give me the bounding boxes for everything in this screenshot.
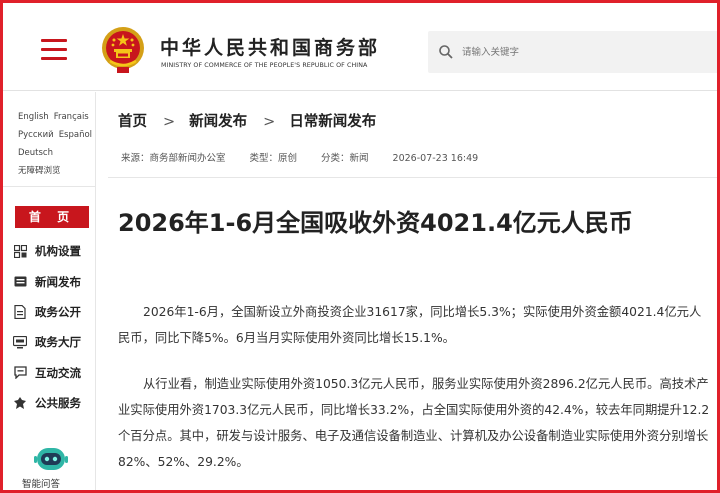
sidebar-item-service[interactable]: 公共服务 — [13, 388, 81, 418]
lang-english[interactable]: English — [18, 112, 49, 122]
language-switcher: English Français Русский Español Deutsch 无… — [18, 108, 97, 180]
sidebar-divider — [3, 186, 95, 187]
hamburger-icon[interactable] — [41, 39, 67, 61]
article-paragraph-1: 2026年1-6月，全国新设立外商投资企业31617家，同比增长5.3%；实际使… — [118, 305, 702, 345]
service-icon — [13, 396, 27, 410]
sidebar-item-label: 政务公开 — [35, 304, 81, 319]
document-icon — [13, 304, 27, 319]
paragraph-text: 从行业看，制造业实际使用外资1050.3亿元人民币，服务业实际使用外资2896.… — [143, 377, 660, 391]
site-header: 中华人民共和国商务部 MINISTRY OF COMMERCE OF THE P… — [3, 3, 720, 91]
sidebar-item-hall[interactable]: 政务大厅 — [13, 327, 81, 357]
breadcrumb: 首页 > 新闻发布 > 日常新闻发布 — [118, 110, 376, 131]
sidebar-item-label: 政务大厅 — [35, 335, 81, 350]
lang-german[interactable]: Deutsch — [18, 148, 53, 158]
lang-spanish[interactable]: Español — [59, 130, 92, 140]
meta-type: 类型：原创 — [249, 153, 298, 164]
news-icon — [13, 275, 27, 289]
home-button[interactable]: 首 页 — [15, 206, 89, 228]
assistant-label[interactable]: 智能问答 — [22, 476, 60, 490]
search-input[interactable] — [462, 41, 702, 63]
site-logo-cn[interactable]: 中华人民共和国商务部 — [160, 33, 380, 60]
sidebar-item-label: 公共服务 — [35, 396, 81, 411]
breadcrumb-daily-news[interactable]: 日常新闻发布 — [289, 114, 376, 130]
sidebar-item-label: 互动交流 — [35, 365, 81, 380]
search-icon[interactable] — [438, 44, 454, 60]
sidebar: English Français Русский Español Deutsch 无… — [3, 92, 96, 490]
search-box — [428, 31, 720, 73]
sidebar-item-affairs[interactable]: 政务公开 — [13, 297, 81, 327]
chat-icon — [13, 366, 27, 380]
article-paragraph-2: 从行业看，制造业实际使用外资1050.3亿元人民币，服务业实际使用外资2896.… — [118, 371, 710, 475]
meta-category: 分类：新闻 — [321, 153, 369, 164]
breadcrumb-news[interactable]: 新闻发布 — [189, 114, 247, 130]
lang-russian[interactable]: Русский — [18, 130, 54, 140]
hall-icon — [13, 335, 27, 349]
article-meta: 来源：商务部新闻办公室 类型：原创 分类：新闻 2026-07-23 16:49 — [121, 150, 502, 164]
sidebar-nav: 机构设置 新闻发布 政务公开 政务大厅 互动交流 公共服务 — [13, 236, 81, 418]
org-grid-icon — [13, 244, 27, 258]
meta-divider — [108, 177, 717, 178]
chevron-right-icon: > — [263, 114, 276, 130]
national-emblem-icon — [102, 27, 144, 73]
breadcrumb-home[interactable]: 首页 — [118, 114, 147, 130]
chevron-right-icon: > — [163, 114, 176, 130]
sidebar-item-label: 新闻发布 — [35, 274, 81, 289]
article-title: 2026年1-6月全国吸收外资4021.4亿元人民币 — [118, 209, 633, 237]
meta-datetime: 2026-07-23 16:49 — [392, 153, 479, 164]
sidebar-item-org[interactable]: 机构设置 — [13, 236, 81, 266]
lang-french[interactable]: Français — [54, 112, 89, 122]
sidebar-item-interaction[interactable]: 互动交流 — [13, 358, 81, 388]
site-logo-en: MINISTRY OF COMMERCE OF THE PEOPLE'S REP… — [161, 62, 368, 69]
sidebar-item-news[interactable]: 新闻发布 — [13, 266, 81, 296]
meta-source: 来源：商务部新闻办公室 — [121, 153, 226, 164]
accessibility-link[interactable]: 无障碍浏览 — [18, 166, 61, 176]
sidebar-item-label: 机构设置 — [35, 244, 81, 259]
robot-assistant-icon[interactable] — [33, 442, 69, 478]
